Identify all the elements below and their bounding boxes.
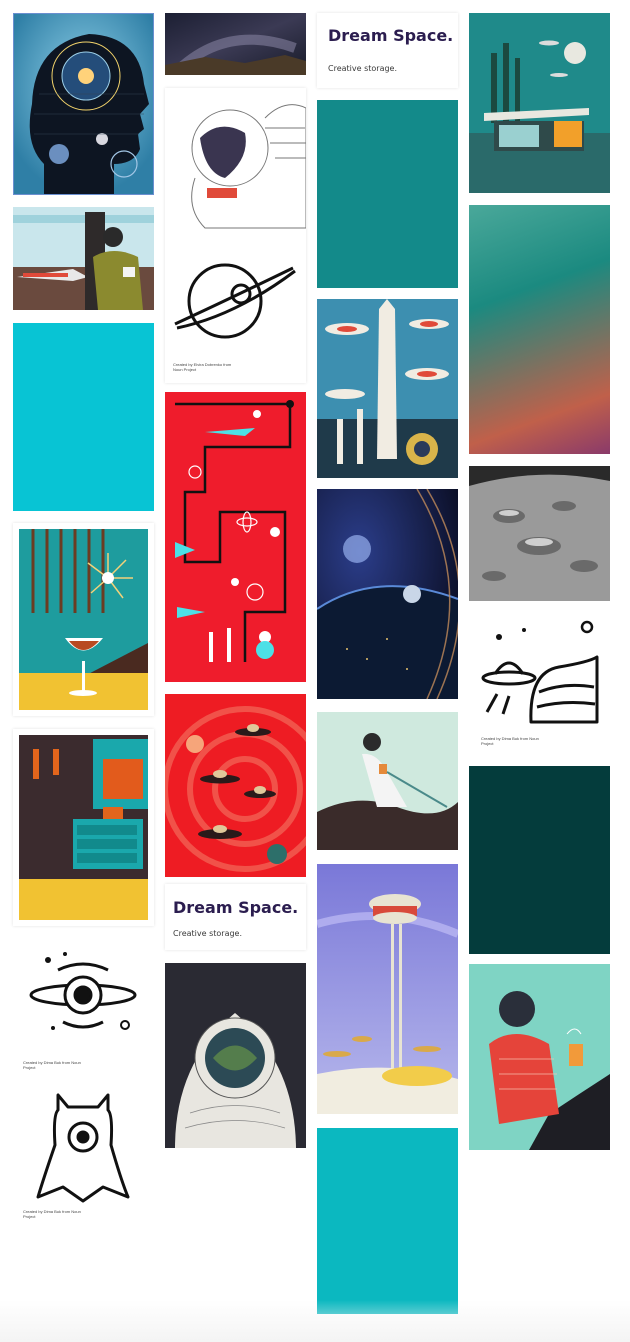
red-space-diagram-poster[interactable] bbox=[165, 392, 306, 682]
planet-space-photo[interactable] bbox=[317, 489, 458, 699]
cosmic-head-illustration[interactable] bbox=[13, 13, 154, 195]
airport-illustration[interactable] bbox=[13, 207, 154, 310]
moon-surface-photo[interactable] bbox=[469, 466, 610, 601]
brand-subtitle: Creative storage. bbox=[328, 64, 398, 73]
astronaut-sketch-card[interactable]: Created by Elvira Dobrenko from Noun Pro… bbox=[165, 88, 306, 383]
man-with-coffee-illustration[interactable] bbox=[317, 712, 458, 850]
retro-sideboard-illustration[interactable] bbox=[13, 729, 154, 926]
planet-icon bbox=[174, 263, 296, 339]
retro-clock-interior-illustration[interactable] bbox=[13, 523, 154, 716]
icon-credit: Created by Elvira Dobrenko from Noun Pro… bbox=[173, 362, 232, 372]
cyan-color-swatch[interactable] bbox=[13, 323, 154, 511]
brand-title: Dream Space. bbox=[328, 26, 454, 45]
astronaut-helmet-sketch[interactable] bbox=[165, 963, 306, 1148]
retro-future-city-illustration[interactable] bbox=[317, 299, 458, 478]
man-red-sweater-illustration[interactable] bbox=[469, 964, 610, 1150]
black-hole-icon[interactable]: Created by Dima Buk from Noun Project bbox=[13, 940, 154, 1075]
bright-cyan-color-swatch[interactable] bbox=[317, 1128, 458, 1314]
dark-teal-color-swatch[interactable] bbox=[469, 766, 610, 954]
brand-card[interactable]: Dream Space. Creative storage. bbox=[317, 13, 458, 88]
mid-century-house-illustration[interactable] bbox=[469, 13, 610, 193]
alien-icon[interactable]: Created by Dima Buk from Noun Project bbox=[13, 1085, 154, 1225]
brand-subtitle: Creative storage. bbox=[173, 929, 243, 938]
ufo-planet-icon[interactable]: Created by Dima Buk from Noun Project bbox=[469, 612, 610, 752]
gradient-swatch[interactable] bbox=[469, 205, 610, 454]
icon-credit: Created by Dima Buk from Noun Project bbox=[481, 736, 539, 746]
bottom-fade bbox=[0, 1300, 630, 1342]
icon-credit: Created by Dima Buk from Noun Project bbox=[23, 1060, 81, 1070]
milky-way-photo[interactable] bbox=[165, 13, 306, 75]
red-ufo-poster[interactable] bbox=[165, 694, 306, 877]
space-tower-illustration[interactable] bbox=[317, 864, 458, 1114]
icon-credit: Created by Dima Buk from Noun Project bbox=[23, 1209, 81, 1219]
brand-card[interactable]: Dream Space. Creative storage. bbox=[165, 884, 306, 950]
brand-title: Dream Space. bbox=[173, 898, 299, 917]
teal-color-swatch[interactable] bbox=[317, 100, 458, 288]
